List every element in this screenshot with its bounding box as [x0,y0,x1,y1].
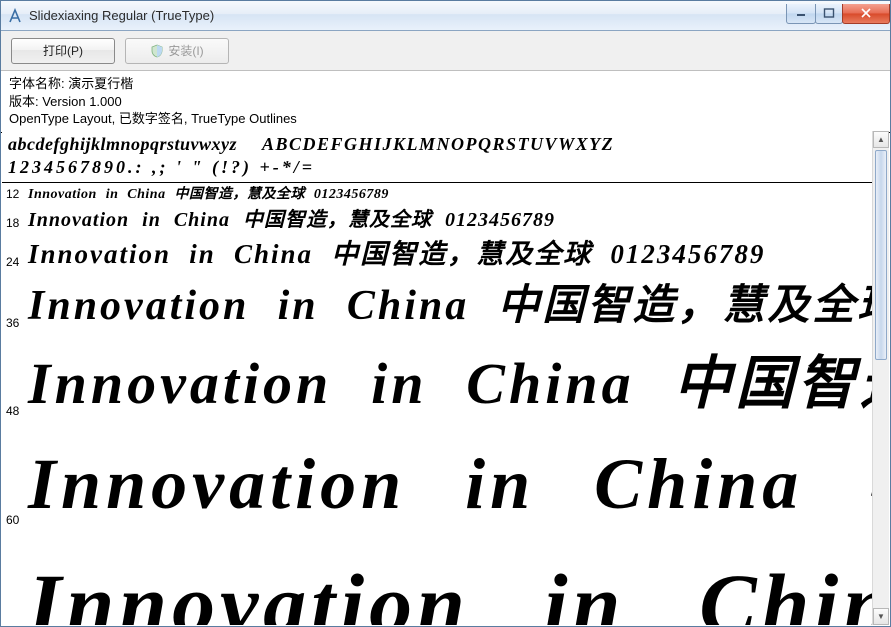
font-name-line: 字体名称: 演示夏行楷 [9,75,882,93]
charset-row-alpha: abcdefghijklmnopqrstuvwxyz ABCDEFGHIJKLM… [8,133,866,156]
size-label: 48 [6,404,28,420]
size-label: 24 [6,255,28,271]
sample-text: Innovation in China 中国智造，慧及全球 0123456789 [28,424,872,529]
scroll-down-button[interactable]: ▼ [873,608,889,625]
install-button-label: 安装(I) [168,42,203,59]
size-label: 36 [6,316,28,332]
sample-row-12: 12 Innovation in China 中国智造，慧及全球 0123456… [2,183,872,203]
scroll-up-button[interactable]: ▲ [873,131,889,148]
sample-text: Innovation in China 中国智造，慧及全球 0123456789 [28,232,765,271]
size-label: 18 [6,216,28,232]
vertical-scrollbar[interactable]: ▲ ▼ [872,131,889,625]
sample-row-18: 18 Innovation in China 中国智造，慧及全球 0123456… [2,203,872,232]
app-icon [7,8,23,24]
font-version-line: 版本: Version 1.000 [9,93,882,111]
sample-list: 12 Innovation in China 中国智造，慧及全球 0123456… [2,183,872,625]
charset-upper: ABCDEFGHIJKLMNOPQRSTUVWXYZ [262,134,614,154]
charset-row-symbols: 1234567890.: ,; ' " (!?) +-*/= [8,156,866,179]
charset-block: abcdefghijklmnopqrstuvwxyz ABCDEFGHIJKLM… [2,131,872,183]
toolbar: 打印(P) 安装(I) [1,31,890,71]
print-button[interactable]: 打印(P) [11,38,115,64]
sample-text: Innovation in China 中国智造，慧及全球 0123456789 [28,271,872,332]
charset-lower: abcdefghijklmnopqrstuvwxyz [8,134,237,154]
window-title: Slidexiaxing Regular (TrueType) [29,8,787,23]
maximize-button[interactable] [815,4,843,24]
shield-icon [150,44,164,58]
size-label: 12 [6,187,28,203]
minimize-button[interactable] [786,4,816,24]
window-controls [787,4,890,24]
scrollbar-thumb[interactable] [875,150,887,360]
font-features-line: OpenType Layout, 已数字签名, TrueType Outline… [9,110,882,128]
sample-row-24: 24 Innovation in China 中国智造，慧及全球 0123456… [2,232,872,271]
sample-text: Innovation in China 中国智造，慧及全球 0123456789 [28,183,389,203]
sample-row-72: 72 Innovation in China 中国智造，慧及全球 0123456… [2,533,872,625]
sample-text: Innovation in China 中国智造，慧及全球 0123456789 [28,533,872,625]
sample-row-48: 48 Innovation in China 中国智造，慧及全球 0123456… [2,336,872,420]
preview-area: abcdefghijklmnopqrstuvwxyz ABCDEFGHIJKLM… [2,131,889,625]
sample-text: Innovation in China 中国智造，慧及全球 0123456789 [28,336,872,420]
sample-row-60: 60 Innovation in China 中国智造，慧及全球 0123456… [2,424,872,529]
print-button-label: 打印(P) [43,42,83,59]
install-button[interactable]: 安装(I) [125,38,229,64]
font-info: 字体名称: 演示夏行楷 版本: Version 1.000 OpenType L… [1,71,890,133]
sample-text: Innovation in China 中国智造，慧及全球 0123456789 [28,203,555,232]
titlebar: Slidexiaxing Regular (TrueType) [1,1,890,31]
size-label: 60 [6,513,28,529]
close-button[interactable] [842,4,890,24]
sample-row-36: 36 Innovation in China 中国智造，慧及全球 0123456… [2,271,872,332]
